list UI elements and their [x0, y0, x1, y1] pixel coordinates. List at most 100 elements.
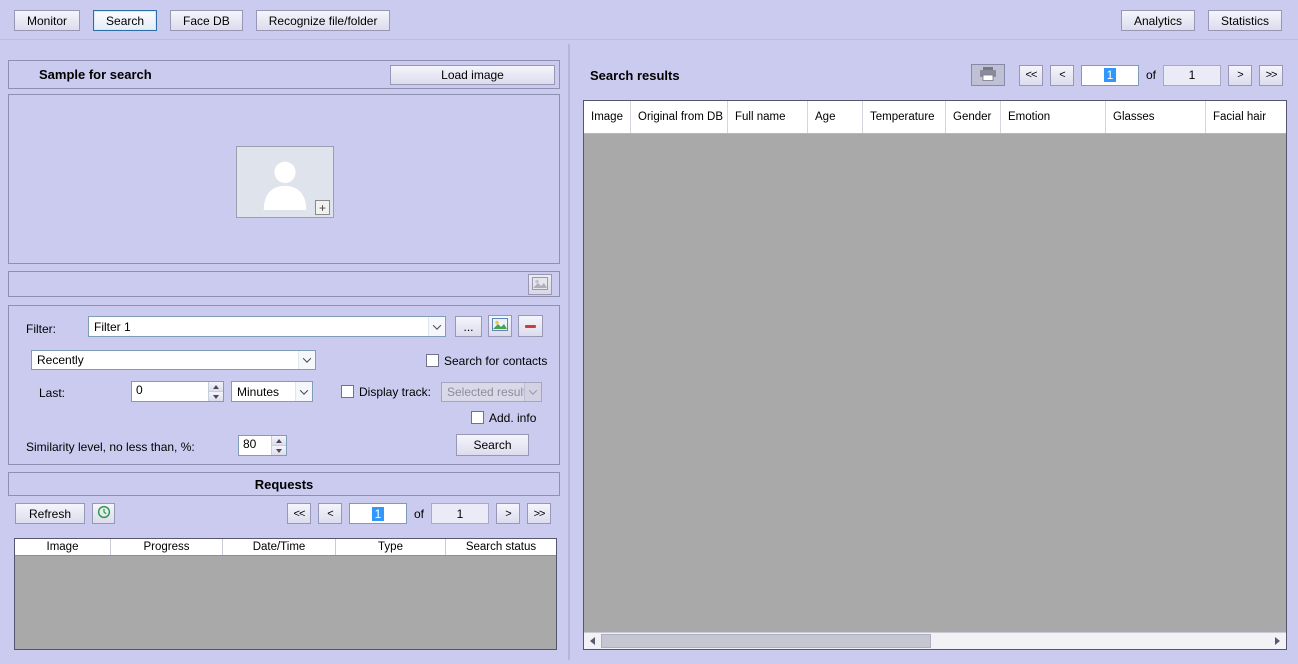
requests-title: Requests: [255, 477, 314, 492]
refresh-button[interactable]: Refresh: [15, 503, 85, 524]
next-page-button[interactable]: >: [496, 503, 520, 524]
last-label: Last:: [39, 386, 65, 400]
scrollbar-left-icon[interactable]: [584, 633, 601, 649]
search-results-panel: Search results << < 1 of 1 > >> Image Or…: [578, 40, 1290, 660]
display-track-field: Display track:: [341, 384, 431, 399]
chevron-down-icon: [524, 383, 541, 401]
spinner-up-icon[interactable]: [209, 382, 223, 392]
add-photo-plus-icon[interactable]: +: [315, 200, 330, 215]
recognize-file-folder-button[interactable]: Recognize file/folder: [256, 10, 391, 31]
requests-toolbar: Refresh << < 1 of 1 > >>: [8, 501, 560, 527]
display-track-label: Display track:: [359, 385, 431, 399]
column-header-datetime[interactable]: Date/Time: [223, 539, 336, 555]
horizontal-scrollbar[interactable]: [584, 632, 1286, 649]
spinner-down-icon[interactable]: [209, 392, 223, 401]
spinner-up-icon[interactable]: [272, 436, 286, 446]
toolbar-left-group: Monitor Search Face DB Recognize file/fo…: [14, 10, 390, 31]
column-header-age[interactable]: Age: [808, 101, 863, 133]
pager-of-label: of: [414, 507, 424, 521]
minus-icon: [525, 325, 536, 328]
column-header-gender[interactable]: Gender: [946, 101, 1001, 133]
chevron-down-icon: [295, 382, 312, 401]
scrollbar-thumb[interactable]: [601, 634, 931, 648]
printer-icon: [979, 67, 997, 84]
results-table-body: [584, 134, 1286, 632]
track-option-select: Selected result: [441, 382, 542, 402]
page-number-input[interactable]: 1: [1081, 65, 1139, 86]
requests-table-body: [15, 556, 556, 649]
toolbar-right-group: Analytics Statistics: [1121, 10, 1282, 31]
analytics-button[interactable]: Analytics: [1121, 10, 1195, 31]
picture-icon: [492, 318, 508, 334]
time-unit-select[interactable]: Minutes: [231, 381, 313, 402]
sample-image-area: +: [8, 94, 560, 264]
results-pager: << < 1 of 1 > >>: [1019, 65, 1283, 86]
column-header-facial-hair[interactable]: Facial hair: [1206, 101, 1282, 133]
pager-of-label: of: [1146, 68, 1156, 82]
column-header-image[interactable]: Image: [584, 101, 631, 133]
similarity-label: Similarity level, no less than, %:: [26, 440, 195, 454]
filter-save-button[interactable]: [488, 315, 512, 337]
copy-image-button[interactable]: [528, 274, 552, 295]
similarity-spinner[interactable]: 80: [238, 435, 287, 456]
search-for-contacts-field: Search for contacts: [426, 353, 547, 368]
results-title: Search results: [590, 68, 680, 83]
chevron-down-icon: [428, 317, 445, 336]
column-header-emotion[interactable]: Emotion: [1001, 101, 1106, 133]
column-header-search-status[interactable]: Search status: [446, 539, 556, 555]
results-table: Image Original from DB Full name Age Tem…: [583, 100, 1287, 650]
search-button[interactable]: Search: [456, 434, 529, 456]
chevron-down-icon: [298, 351, 315, 369]
prev-page-button[interactable]: <: [318, 503, 342, 524]
clock-icon: [97, 505, 111, 522]
first-page-button[interactable]: <<: [1019, 65, 1043, 86]
results-table-header: Image Original from DB Full name Age Tem…: [584, 101, 1286, 134]
filter-browse-button[interactable]: ...: [455, 316, 482, 337]
page-total-box: 1: [431, 503, 489, 524]
requests-table-header: Image Progress Date/Time Type Search sta…: [15, 539, 556, 556]
column-header-image[interactable]: Image: [15, 539, 111, 555]
filter-select[interactable]: Filter 1: [88, 316, 446, 337]
last-value-spinner[interactable]: 0: [131, 381, 224, 402]
column-header-temperature[interactable]: Temperature: [863, 101, 946, 133]
column-header-progress[interactable]: Progress: [111, 539, 223, 555]
spinner-down-icon[interactable]: [272, 446, 286, 455]
load-image-button[interactable]: Load image: [390, 65, 555, 85]
search-for-contacts-checkbox[interactable]: [426, 354, 439, 367]
last-page-button[interactable]: >>: [527, 503, 551, 524]
copy-image-icon: [532, 277, 548, 293]
add-info-label: Add. info: [489, 411, 536, 425]
filter-delete-button[interactable]: [518, 315, 543, 337]
display-track-checkbox[interactable]: [341, 385, 354, 398]
requests-pager: << < 1 of 1 > >>: [287, 503, 551, 524]
page-number-input[interactable]: 1: [349, 503, 407, 524]
filter-label: Filter:: [26, 322, 56, 336]
statistics-button[interactable]: Statistics: [1208, 10, 1282, 31]
period-select[interactable]: Recently: [31, 350, 316, 370]
sample-for-search-header: Sample for search Load image: [8, 60, 560, 89]
column-header-original-from-db[interactable]: Original from DB: [631, 101, 728, 133]
requests-table: Image Progress Date/Time Type Search sta…: [14, 538, 557, 650]
column-header-glasses[interactable]: Glasses: [1106, 101, 1206, 133]
page-total-box: 1: [1163, 65, 1221, 86]
person-silhouette-icon: [256, 152, 314, 213]
sample-search-panel: Sample for search Load image +: [8, 48, 560, 656]
auto-refresh-button[interactable]: [92, 503, 115, 524]
panel-splitter[interactable]: [568, 44, 570, 660]
sample-title: Sample for search: [39, 67, 152, 82]
next-page-button[interactable]: >: [1228, 65, 1252, 86]
face-db-tab-button[interactable]: Face DB: [170, 10, 243, 31]
scrollbar-right-icon[interactable]: [1269, 633, 1286, 649]
print-button[interactable]: [971, 64, 1005, 86]
search-tab-button[interactable]: Search: [93, 10, 157, 31]
results-header: Search results << < 1 of 1 > >>: [578, 62, 1290, 88]
monitor-tab-button[interactable]: Monitor: [14, 10, 80, 31]
add-info-field: Add. info: [471, 410, 536, 425]
column-header-type[interactable]: Type: [336, 539, 446, 555]
add-info-checkbox[interactable]: [471, 411, 484, 424]
prev-page-button[interactable]: <: [1050, 65, 1074, 86]
last-page-button[interactable]: >>: [1259, 65, 1283, 86]
column-header-full-name[interactable]: Full name: [728, 101, 808, 133]
first-page-button[interactable]: <<: [287, 503, 311, 524]
requests-header: Requests: [8, 472, 560, 496]
